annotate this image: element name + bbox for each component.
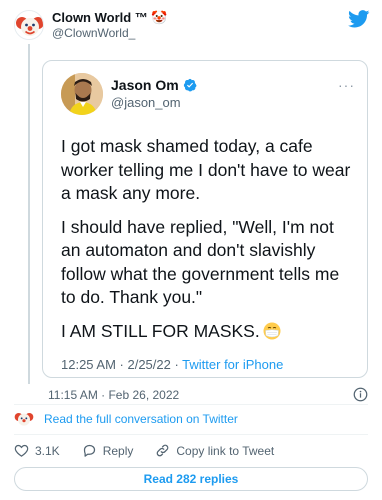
- tweet-paragraph-text: I AM STILL FOR MASKS.: [61, 320, 260, 341]
- verified-badge-icon: [183, 78, 197, 92]
- reply-label: Reply: [102, 443, 134, 458]
- read-conversation-link[interactable]: Read the full conversation on Twitter: [44, 412, 238, 426]
- quoted-tweet-text: I got mask shamed today, a cafe worker t…: [61, 135, 357, 353]
- quoted-tweet-time[interactable]: 12:25 AM · 2/25/22 ·: [61, 357, 182, 372]
- face-with-mask-emoji-icon: [263, 322, 281, 339]
- tweet-paragraph: I should have replied, "Well, I'm not an…: [61, 216, 340, 308]
- quoted-tweet-source[interactable]: Twitter for iPhone: [182, 357, 283, 372]
- twitter-bird-icon[interactable]: [348, 10, 370, 28]
- tweet-paragraph: I got mask shamed today, a cafe worker t…: [61, 136, 351, 203]
- copy-link-label: Copy link to Tweet: [176, 443, 275, 458]
- quoted-tweet-meta: 12:25 AM · 2/25/22 · Twitter for iPhone: [61, 357, 283, 372]
- quoted-author-handle[interactable]: @jason_om: [111, 95, 181, 110]
- action-bar: 3.1K Reply Copy link to Tweet: [14, 443, 296, 458]
- thread-line: [28, 44, 30, 384]
- divider: [14, 434, 368, 435]
- tweet-paragraph: I AM STILL FOR MASKS.: [61, 320, 357, 344]
- info-icon[interactable]: [353, 387, 368, 402]
- author-avatar[interactable]: [14, 10, 44, 40]
- read-replies-button[interactable]: Read 282 replies: [14, 467, 368, 491]
- person-avatar-icon: [61, 73, 103, 115]
- author-name[interactable]: Clown World ™ 🤡: [52, 10, 168, 26]
- tweet-embed-card: Clown World ™ 🤡 @ClownWorld_ Jason Om @j…: [0, 0, 382, 500]
- like-button[interactable]: 3.1K: [14, 443, 60, 458]
- more-options-icon[interactable]: ···: [338, 77, 355, 93]
- clown-avatar-icon: [15, 11, 43, 39]
- reply-button[interactable]: Reply: [82, 443, 134, 458]
- quoted-tweet-card[interactable]: Jason Om @jason_om ··· I got mask shamed…: [42, 60, 368, 378]
- tweet-timestamp[interactable]: 11:15 AM · Feb 26, 2022: [48, 388, 179, 402]
- conversation-row[interactable]: Read the full conversation on Twitter: [14, 409, 238, 429]
- quoted-author-name[interactable]: Jason Om: [111, 77, 179, 93]
- mini-avatar: [14, 409, 34, 429]
- copy-link-button[interactable]: Copy link to Tweet: [155, 443, 274, 458]
- divider: [14, 404, 368, 405]
- author-handle[interactable]: @ClownWorld_: [52, 26, 135, 40]
- quoted-author-avatar[interactable]: [61, 73, 103, 115]
- clown-avatar-icon: [14, 409, 34, 429]
- quoted-author-name-row[interactable]: Jason Om: [111, 77, 197, 93]
- link-icon: [157, 444, 169, 457]
- heart-icon: [14, 444, 29, 457]
- reply-bubble-icon: [83, 444, 95, 457]
- like-count: 3.1K: [35, 443, 60, 458]
